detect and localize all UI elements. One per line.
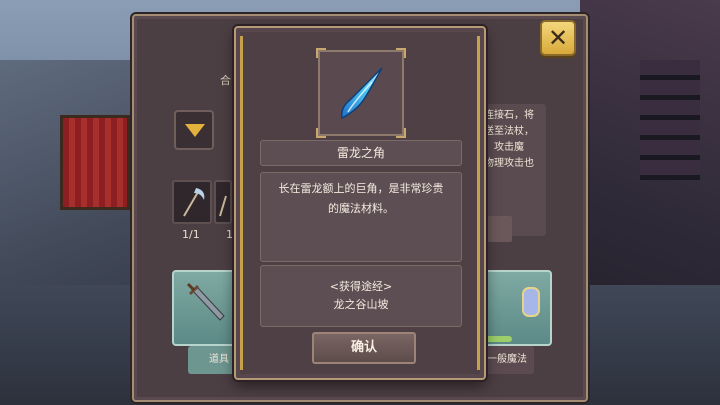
- dialog-left-rail: [240, 36, 243, 370]
- scene-bookshelf: [640, 60, 700, 180]
- item-description-line-2: 的魔法材料。: [328, 202, 394, 215]
- item-detail-dialog: 雷龙之角 长在雷龙额上的巨角，是非常珍贵 的魔法材料。 <获得途经> 龙之谷山坡…: [234, 26, 486, 380]
- material-slot-2[interactable]: [214, 180, 232, 224]
- right-desc-line-2: 送至法杖，: [484, 126, 534, 137]
- tab-general-magic[interactable]: 一般魔法: [480, 346, 534, 374]
- scene-red-curtain: [60, 115, 130, 210]
- material-slot-1[interactable]: [172, 180, 212, 224]
- right-desc-line-3: ，攻击魔: [484, 142, 524, 153]
- slot-1-count: 1/1: [182, 228, 200, 241]
- category-dropdown-button[interactable]: [174, 110, 214, 150]
- dialog-right-rail: [477, 36, 480, 370]
- item-icon-frame: [316, 48, 406, 138]
- left-heading: 合: [220, 74, 231, 87]
- scythe-icon: [183, 188, 205, 217]
- confirm-button[interactable]: 确认: [312, 332, 416, 364]
- blue-crystal-horn-icon: [340, 67, 383, 120]
- triangle-down-icon: [185, 124, 205, 137]
- item-source-box: <获得途经> 龙之谷山坡: [260, 265, 462, 327]
- right-desc-line-4: 物理攻击也: [484, 158, 534, 169]
- source-heading: <获得途经>: [329, 280, 393, 293]
- gem-stone-icon: [522, 287, 540, 317]
- close-button[interactable]: ✕: [540, 20, 576, 56]
- item-description-box: 长在雷龙额上的巨角，是非常珍贵 的魔法材料。: [260, 172, 462, 262]
- close-icon: ✕: [547, 24, 569, 52]
- item-name: 雷龙之角: [260, 140, 462, 166]
- sword-icon: [186, 282, 225, 321]
- item-description-line-1: 长在雷龙额上的巨角，是非常珍贵: [278, 182, 444, 195]
- right-desc-line-1: 连接石，将: [484, 110, 534, 121]
- right-action-button[interactable]: [486, 216, 512, 242]
- pickaxe-icon: [219, 195, 227, 217]
- source-location: 龙之谷山坡: [333, 298, 389, 311]
